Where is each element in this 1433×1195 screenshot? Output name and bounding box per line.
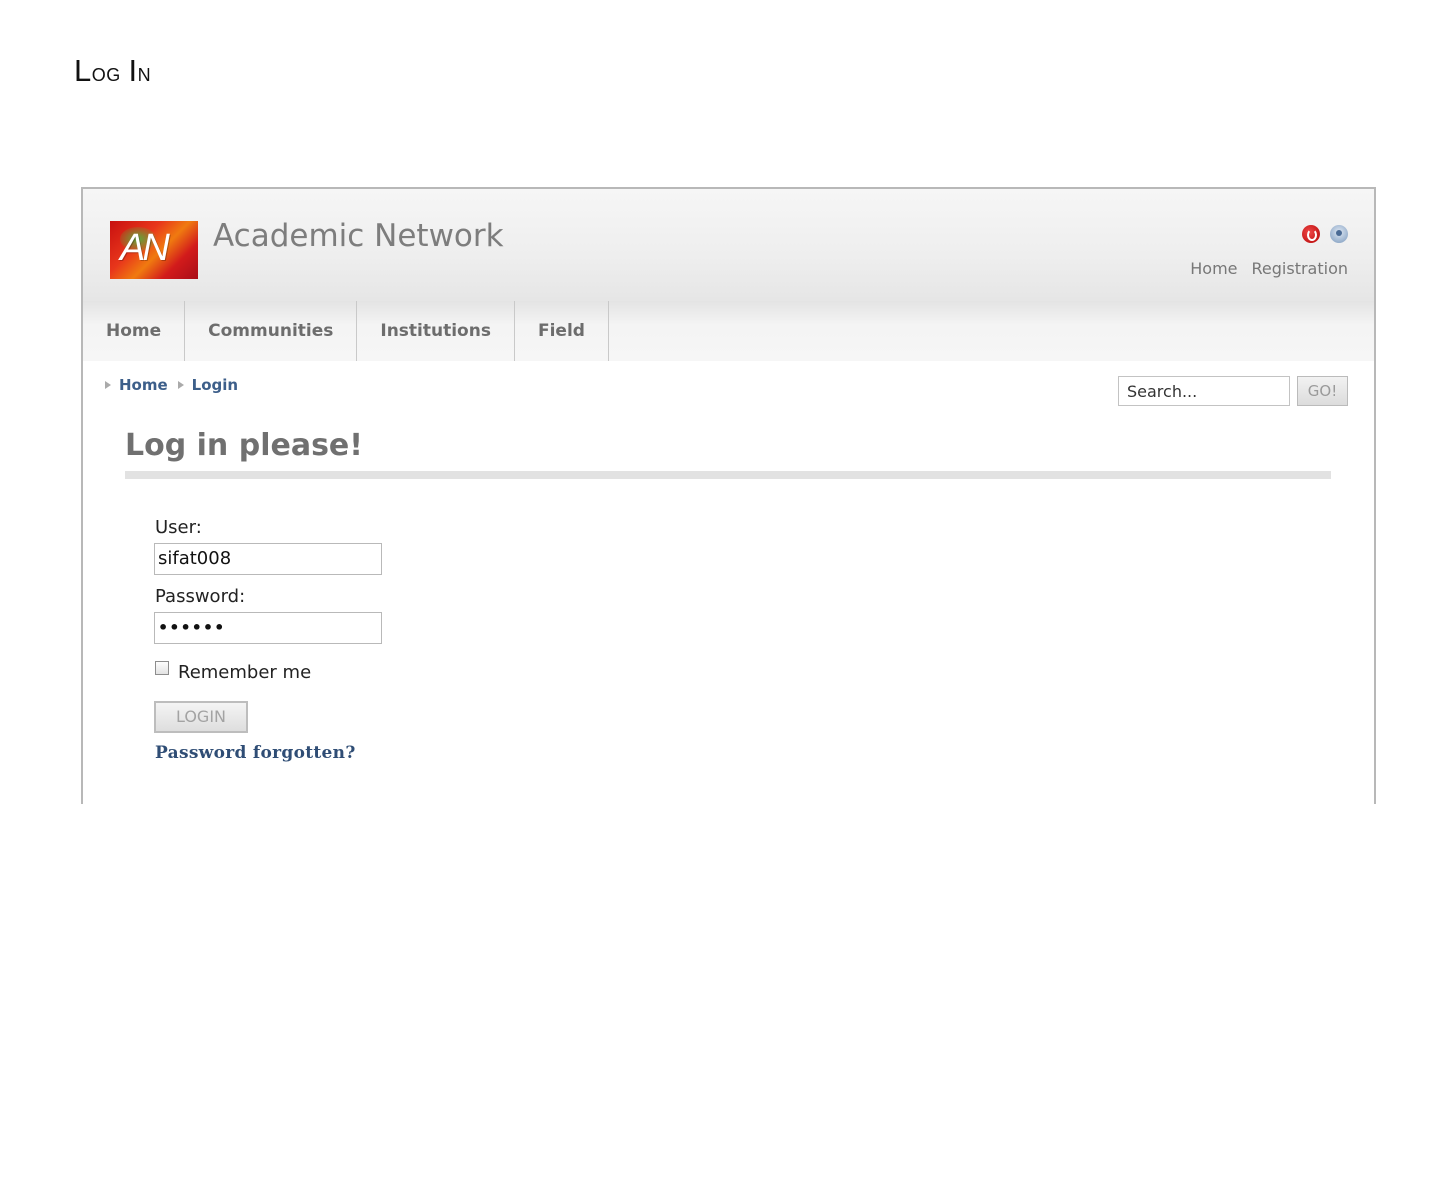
password-label: Password: (155, 586, 246, 607)
nav-item-institutions[interactable]: Institutions (357, 301, 515, 361)
site-title: Academic Network (213, 218, 504, 254)
user-label: User: (155, 517, 202, 538)
top-link-registration[interactable]: Registration (1252, 259, 1348, 278)
breadcrumb-arrow-icon (177, 381, 184, 389)
nav-item-home[interactable]: Home (83, 301, 186, 361)
document-heading: Log In (74, 55, 151, 86)
site-header: AN Academic Network Home Registration (83, 189, 1374, 301)
user-field[interactable]: sifat008 (154, 543, 382, 575)
breadcrumb-arrow-icon (105, 381, 111, 389)
heading-part: L (74, 53, 92, 88)
browser-screenshot-frame: AN Academic Network Home Registration Ho… (81, 187, 1376, 804)
user-icon[interactable] (1330, 225, 1348, 243)
power-icon[interactable] (1302, 225, 1320, 243)
search-go-button[interactable]: GO! (1297, 376, 1348, 406)
top-link-home[interactable]: Home (1190, 259, 1237, 278)
heading-part: n (137, 57, 152, 87)
nav-item-communities[interactable]: Communities (185, 301, 358, 361)
remember-me-checkbox[interactable] (155, 661, 169, 675)
breadcrumb-login[interactable]: Login (192, 376, 238, 394)
password-forgotten-link[interactable]: Password forgotten? (155, 745, 356, 762)
main-nav: Home Communities Institutions Field (83, 301, 1374, 361)
top-icons (1302, 225, 1348, 243)
password-field[interactable]: •••••• (154, 612, 382, 644)
remember-me-label: Remember me (178, 662, 312, 683)
heading-part: og (91, 57, 129, 87)
breadcrumb-home[interactable]: Home (119, 376, 168, 394)
page-title: Log in please! (125, 428, 363, 463)
logo-text: AN (120, 227, 170, 269)
login-button[interactable]: LOGIN (154, 701, 248, 733)
nav-item-field[interactable]: Field (515, 301, 609, 361)
breadcrumb: Home Login (105, 376, 248, 394)
search-input[interactable]: Search... (1118, 376, 1290, 406)
top-links: Home Registration (1190, 259, 1348, 278)
site-logo[interactable]: AN (110, 221, 198, 279)
title-divider (125, 471, 1331, 479)
heading-part: I (128, 53, 138, 88)
